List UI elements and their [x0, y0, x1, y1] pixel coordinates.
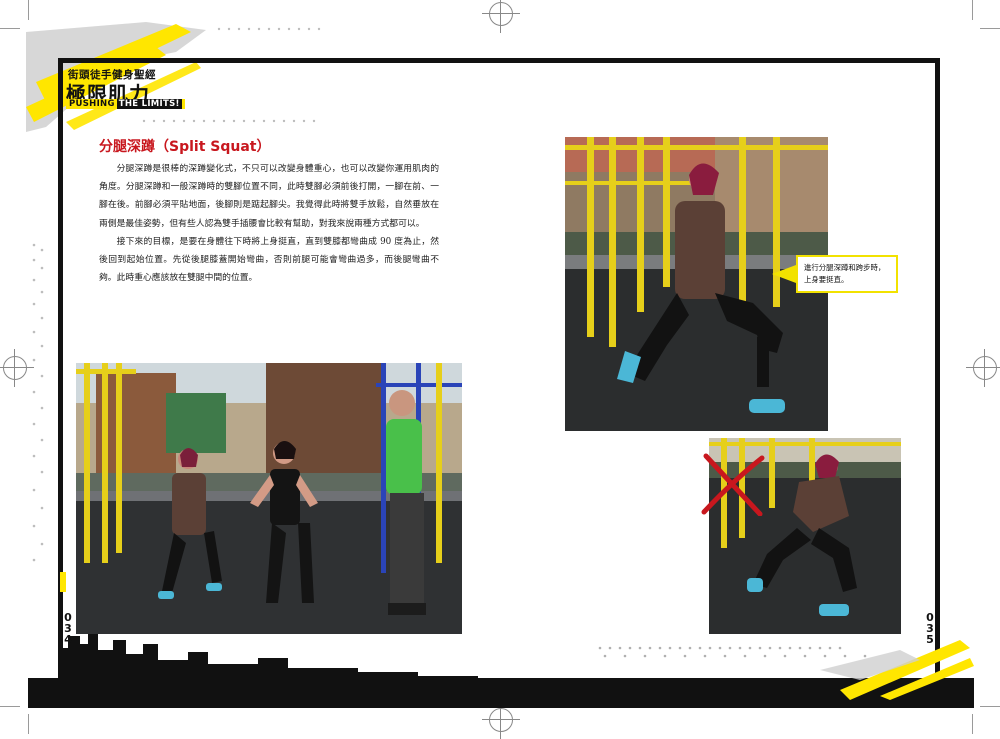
callout-line: 上身要挺直。: [804, 275, 849, 284]
callout-arrow: [772, 265, 796, 283]
crop-mark: [28, 0, 29, 20]
body-paragraph: 接下來的目標，是要在身體往下時將上身挺直，直到雙膝都彎曲成 90 度為止，然後回…: [99, 236, 439, 284]
grunge-splash-bottom-right: [820, 640, 974, 700]
incorrect-x-icon: [701, 453, 765, 516]
registration-mark: [966, 349, 1000, 387]
registration-mark: [482, 701, 520, 739]
crop-mark: [972, 0, 973, 20]
page-number-digit: 5: [926, 633, 934, 646]
callout-box: 進行分腿深蹲和跨步時， 上身要挺直。: [796, 255, 898, 293]
crop-mark: [980, 28, 1000, 29]
section-title: 分腿深蹲（Split Squat）: [99, 139, 271, 155]
callout-line: 進行分腿深蹲和跨步時，: [804, 263, 886, 272]
registration-mark: [0, 349, 34, 387]
body-paragraph: 分腿深蹲是很棒的深蹲變化式，不只可以改變身體重心，也可以改變你運用肌肉的角度。分…: [99, 164, 439, 229]
photo-group-park: [76, 363, 462, 634]
halftone-dots-left: [32, 243, 44, 562]
page-number-bar-left: [60, 572, 66, 592]
crop-mark: [0, 28, 20, 29]
book-subtitle-b: THE LIMITS!: [116, 99, 182, 109]
photo-split-squat-correct: [565, 137, 828, 431]
registration-mark: [482, 0, 520, 33]
crop-mark: [980, 706, 1000, 707]
page-number-right: 0 3 5: [924, 612, 936, 645]
city-skyline-silhouette: [58, 630, 478, 680]
book-subtitle: PUSHING THE LIMITS!: [66, 99, 185, 109]
crop-mark: [972, 714, 973, 734]
page-number-left: 0 3 4: [62, 612, 74, 645]
crop-mark: [28, 714, 29, 734]
halftone-dots-top: [217, 27, 321, 31]
page-number-digit: 4: [64, 633, 72, 646]
section-body: 分腿深蹲是很棒的深蹲變化式，不只可以改變身體重心，也可以改變你運用肌肉的角度。分…: [99, 160, 439, 287]
crop-mark: [0, 706, 20, 707]
book-subtitle-a: PUSHING: [69, 99, 115, 109]
